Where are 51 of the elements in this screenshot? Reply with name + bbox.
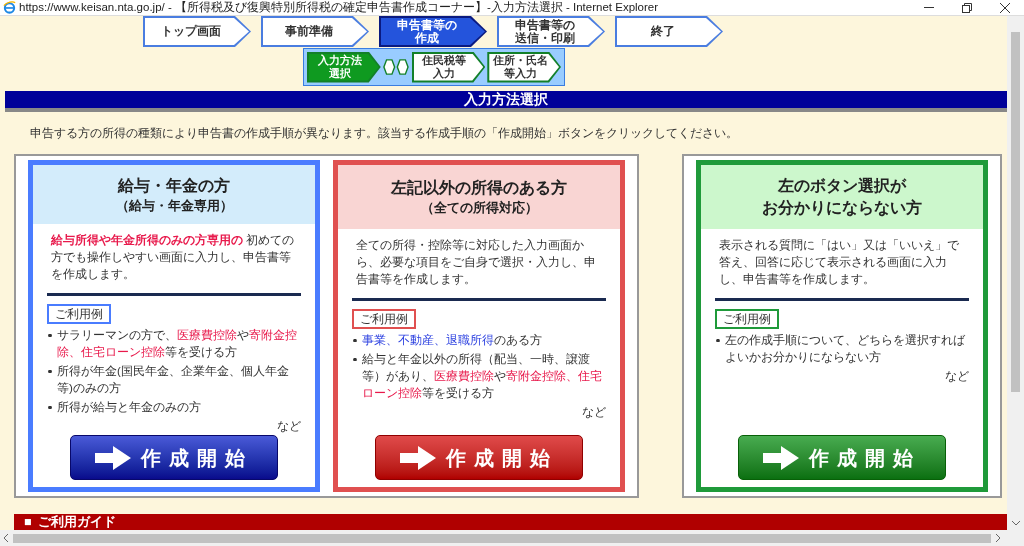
substep-tab[interactable]: 住所・氏名 等入力	[487, 51, 561, 83]
instruction-text: 申告する方の所得の種類により申告書の作成手順が異なります。該当する作成手順の「作成開始」ボタンをクリックしてください。	[30, 126, 739, 142]
arrow-icon	[95, 445, 131, 470]
step-tab[interactable]: 申告書等の 送信・印刷	[497, 16, 605, 47]
card-title: 左のボタン選択が	[778, 176, 906, 197]
step-tab[interactable]: 申告書等の 作成	[379, 16, 487, 47]
step-tab[interactable]: 事前準備	[261, 16, 369, 47]
step-tab[interactable]: トップ画面	[143, 16, 251, 47]
arrow-icon	[400, 445, 436, 470]
minimize-icon[interactable]	[924, 6, 934, 9]
substep-tab[interactable]: 住民税等 入力	[411, 51, 486, 83]
usage-example: 左の作成手順について、どちらを選択すればよいかお分かりにならない方	[725, 333, 966, 366]
close-icon[interactable]	[1000, 2, 1010, 13]
usage-example: サラリーマンの方で、医療費控除や寄附金控除、住宅ローン控除等を受ける方	[57, 328, 298, 360]
usage-label: ご利用例	[352, 309, 416, 330]
browser-icon	[3, 1, 16, 14]
guide-bar[interactable]: ■ ご利用ガイド	[14, 514, 1007, 530]
vertical-scrollbar[interactable]	[1007, 16, 1024, 530]
etc-text: など	[277, 419, 301, 435]
scroll-down-icon[interactable]	[1011, 521, 1020, 526]
section-header: 入力方法選択	[5, 91, 1007, 112]
scroll-right-icon[interactable]	[995, 534, 1000, 542]
start-button[interactable]: 作成開始	[375, 435, 583, 481]
card-title: お分かりにならない方	[762, 198, 922, 219]
card-title: 給与・年金の方	[118, 175, 230, 196]
card-description: 表示される質問に「はい」又は「いいえ」で答え、回答に応じて表示される画面に入力し、申告書等を作成します。	[718, 238, 960, 288]
usage-example: 事業、不動産、退職所得のある方	[362, 333, 542, 349]
card-description: 給与所得や年金所得のみの方専用の 初めての方でも操作しやすい画面に入力し、申告書等を作成します。	[50, 232, 296, 282]
step-tab[interactable]: 終了	[615, 16, 723, 47]
window-title: https://www.keisan.nta.go.jp/ - 【所得税及び復興特別所得税の確定申告書作成コーナー】-入力方法選択 - Internet Explorer	[19, 0, 660, 15]
card-description: 全ての所得・控除等に対応した入力画面から、必要な項目をご自身で選択・入力し、申告書等を作成します。	[355, 238, 597, 288]
horizontal-scrollbar[interactable]	[0, 530, 1024, 546]
scroll-left-icon[interactable]	[4, 534, 9, 542]
arrow-icon	[763, 445, 799, 470]
scroll-thumb[interactable]	[1011, 32, 1020, 392]
etc-text: など	[582, 405, 606, 421]
usage-example: 所得が年金(国民年金、企業年金、個人年金等)のみの方	[57, 364, 290, 396]
usage-example: 所得が給与と年金のみの方	[57, 400, 201, 415]
etc-text: など	[945, 369, 969, 385]
card-title: 左記以外の所得のある方	[391, 178, 567, 199]
scroll-thumb[interactable]	[13, 533, 991, 543]
progress-dots-icon	[382, 58, 410, 76]
substep-tab[interactable]: 入力方法 選択	[307, 51, 381, 83]
start-button[interactable]: 作成開始	[70, 435, 278, 481]
card-title: （給与・年金専用）	[115, 196, 233, 215]
usage-label: ご利用例	[715, 309, 779, 330]
start-button[interactable]: 作成開始	[738, 435, 946, 481]
usage-label: ご利用例	[47, 304, 111, 324]
card-title: （全ての所得対応）	[420, 199, 538, 218]
usage-example: 給与と年金以外の所得（配当、一時、譲渡等）があり、医療費控除や寄附金控除、住宅ローン控除等を受ける方	[362, 352, 603, 402]
restore-icon[interactable]	[962, 2, 972, 13]
